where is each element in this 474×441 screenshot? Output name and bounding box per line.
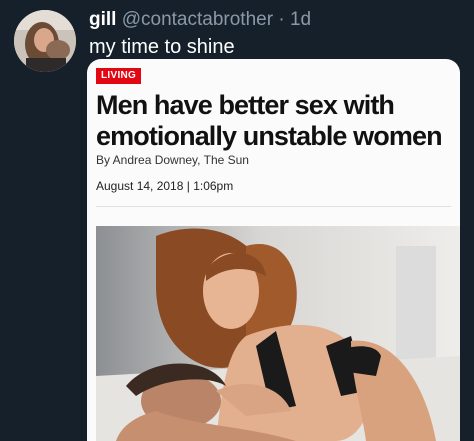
article-screenshot[interactable]: LIVING Men have better sex with emotiona… <box>87 59 460 441</box>
timestamp[interactable]: 1d <box>290 9 311 30</box>
separator-dot: · <box>273 9 290 30</box>
section-tag: LIVING <box>96 68 142 84</box>
article-photo <box>96 226 460 441</box>
handle[interactable]: @contactabrother <box>122 9 273 30</box>
tweet-header: gill @contactabrother · 1d <box>89 7 311 33</box>
article-byline: By Andrea Downey, The Sun <box>96 153 249 167</box>
display-name[interactable]: gill <box>89 9 116 30</box>
article-dateline: August 14, 2018 | 1:06pm <box>96 179 234 193</box>
tweet-text: my time to shine <box>89 36 235 58</box>
avatar[interactable] <box>14 10 76 72</box>
article-headline: Men have better sex with emotionally uns… <box>96 90 443 151</box>
divider <box>96 206 451 207</box>
tweet: gill @contactabrother · 1d my time to sh… <box>0 0 474 441</box>
